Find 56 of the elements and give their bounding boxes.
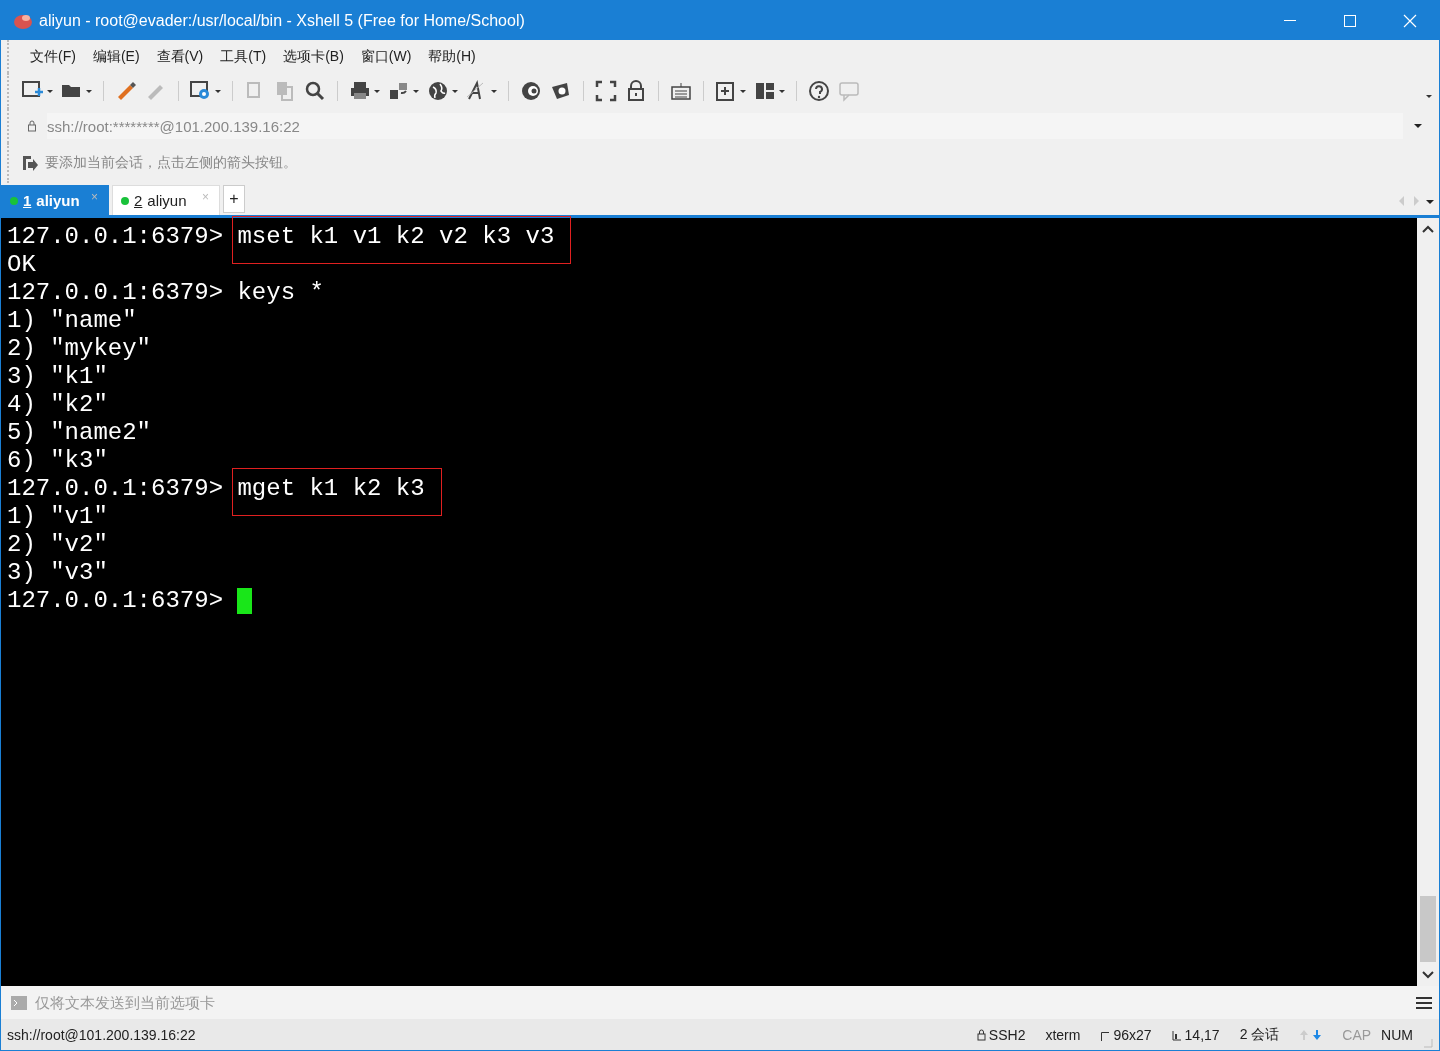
menu-item[interactable]: 工具(T) — [219, 45, 268, 68]
terminal-size-text: 96x27 — [1113, 1026, 1152, 1043]
key-indicator: CAP — [1342, 1026, 1372, 1043]
output-text: 5) "name2" — [7, 419, 152, 446]
fullscreen-icon[interactable] — [594, 79, 618, 103]
output-text: 2) "mykey" — [7, 335, 152, 362]
add-session-arrow-icon[interactable] — [21, 154, 39, 172]
help-icon[interactable] — [807, 79, 831, 103]
prompt-text: 127.0.0.1:6379> — [7, 223, 224, 250]
upload-arrow-icon — [1299, 1028, 1310, 1041]
new-tab-button[interactable]: + — [223, 185, 245, 213]
output-text: 1) "v1" — [7, 503, 108, 530]
session-tab[interactable]: 1 aliyun × — [1, 185, 109, 215]
globe-icon[interactable] — [426, 79, 450, 103]
menu-item[interactable]: 文件(F) — [29, 45, 77, 68]
lock-icon — [27, 120, 37, 132]
prompt-text: 127.0.0.1:6379> — [7, 587, 224, 614]
download-arrow-icon — [1312, 1028, 1323, 1041]
window-title: aliyun - root@evader:/usr/local/bin - Xshell 5 (Free for Home/School) — [39, 11, 526, 30]
menu-item[interactable]: 选项卡(B) — [282, 45, 345, 68]
search-icon[interactable] — [303, 79, 327, 103]
output-text: 1) "name" — [7, 307, 137, 334]
key-indicator: NUM — [1381, 1026, 1413, 1043]
terminal-type-text: xterm — [1045, 1026, 1081, 1043]
highlighted-command: mset k1 v1 k2 v2 k3 v3 — [233, 217, 571, 263]
terminal-screen[interactable]: 127.0.0.1:6379> mset k1 v1 k2 v2 k3 v3 OK 127.0.0.1:6379> keys * 1) "name" 2) "mykey" 3) "k1" 4) "k2" 5) "name2" 6) "k3" 127.0.0.1:6379> mget k1 k2 k3 1) "v1" 2) "v2" 3) "v3" 127.0.0.1:6379> — [1, 218, 1417, 986]
menu-item[interactable]: 帮助(H) — [427, 45, 477, 68]
output-text: OK — [7, 251, 36, 278]
output-text: 6) "k3" — [7, 447, 108, 474]
compose-icon — [11, 995, 27, 1010]
menu-item[interactable]: 查看(V) — [155, 45, 205, 68]
session-count-text: 2 会话 — [1239, 1025, 1280, 1044]
cursor-position-icon — [1171, 1028, 1182, 1041]
dropdown-caret-icon[interactable] — [1413, 121, 1423, 131]
highlighted-command: mget k1 k2 k3 — [233, 469, 441, 515]
status-dot-icon — [121, 196, 129, 205]
compose-field[interactable]: 仅将文本发送到当前选项卡 — [35, 994, 1407, 1011]
connection-text: ssh://root@101.200.139.16:22 — [7, 1026, 196, 1043]
menu-icon[interactable] — [1415, 994, 1433, 1011]
prompt-text: 127.0.0.1:6379> — [7, 279, 224, 306]
hint-text: 要添加当前会话，点击左侧的箭头按钮。 — [45, 154, 297, 172]
session-tab[interactable]: 2 aliyun × — [112, 185, 220, 215]
output-text: 3) "v3" — [7, 559, 108, 586]
menu-item[interactable]: 窗口(W) — [359, 45, 413, 68]
protocol-text: SSH2 — [988, 1026, 1026, 1043]
status-dot-icon — [10, 196, 18, 205]
cursor-position-text: 14,17 — [1184, 1026, 1220, 1043]
prompt-text: 127.0.0.1:6379> — [7, 475, 224, 502]
scrollbar-thumb[interactable] — [1420, 896, 1436, 962]
output-text: 4) "k2" — [7, 391, 108, 418]
resize-grip-icon — [1423, 1038, 1433, 1048]
output-text: 3) "k1" — [7, 363, 108, 390]
lock-icon — [976, 1028, 986, 1041]
command-text: keys * — [237, 279, 324, 307]
output-text: 2) "v2" — [7, 531, 108, 558]
menu-item[interactable]: 编辑(E) — [91, 45, 141, 68]
